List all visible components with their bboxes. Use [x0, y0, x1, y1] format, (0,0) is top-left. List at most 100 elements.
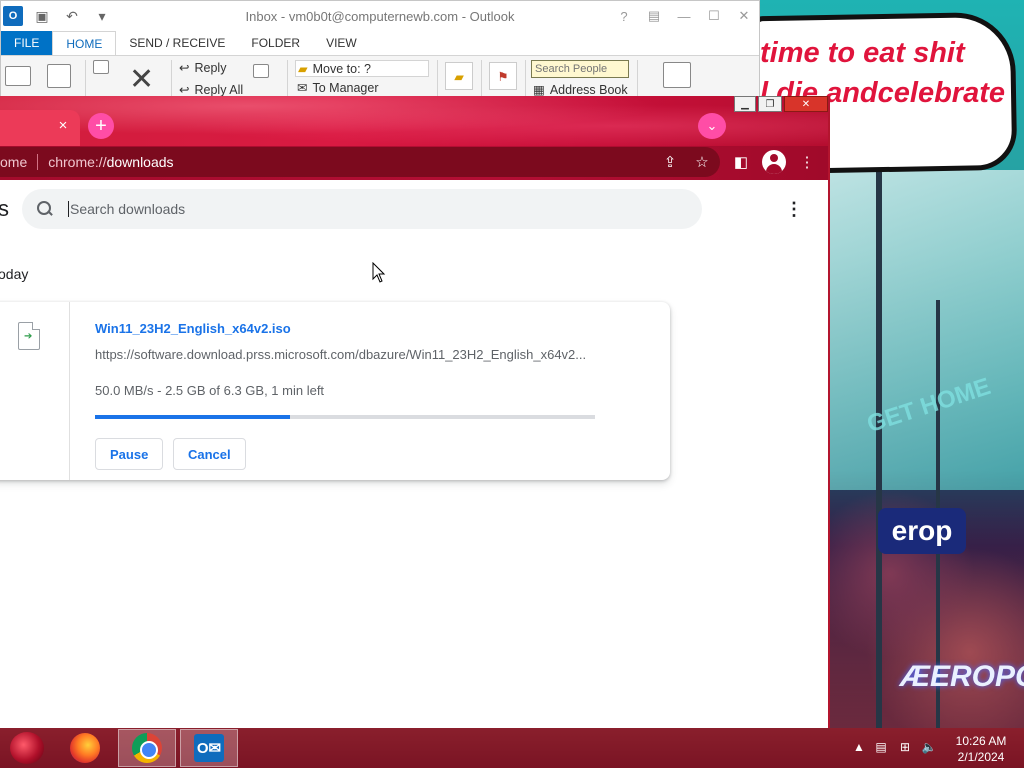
search-downloads-input[interactable]	[68, 201, 628, 217]
ignore-icon	[93, 60, 109, 74]
reply-icon: ↩	[179, 61, 190, 75]
clock-time: 10:26 AM	[955, 734, 1007, 748]
cancel-button[interactable]: Cancel	[173, 438, 246, 470]
minimize-icon[interactable]: ▁	[734, 96, 756, 112]
search-downloads-field[interactable]	[22, 189, 702, 229]
restore-icon[interactable]: ❐	[758, 96, 782, 112]
send-receive-all-button[interactable]	[663, 62, 691, 88]
maximize-icon[interactable]: ☐	[703, 5, 725, 27]
taskbar-firefox[interactable]	[56, 729, 114, 767]
tab-folder[interactable]: FOLDER	[238, 31, 313, 55]
tab-view[interactable]: VIEW	[313, 31, 370, 55]
download-progress-fill	[95, 415, 290, 419]
file-icon	[18, 322, 40, 350]
tab-search-button[interactable]: ⌄	[698, 113, 726, 139]
help-icon[interactable]: ?	[613, 5, 635, 27]
reply-button[interactable]: ↩ Reply	[179, 60, 227, 76]
send-receive-icon	[663, 62, 691, 88]
meeting-button[interactable]	[253, 64, 269, 78]
outlook-window[interactable]: O ▣ ↶ ▾ Inbox - vm0b0t@computernewb.com …	[0, 0, 760, 101]
wallpaper-sign-2: ÆEROPOS	[900, 660, 1024, 693]
downloads-page: s ⋮ oday Win11_23H2_English_x64v2.iso ht…	[0, 180, 828, 728]
to-manager-label: To Manager	[312, 80, 379, 95]
move-button[interactable]: ▰	[445, 62, 473, 90]
download-filename-link[interactable]: Win11_23H2_English_x64v2.iso	[95, 321, 291, 336]
download-progress-bar	[95, 415, 595, 419]
tab-home[interactable]: HOME	[52, 31, 117, 55]
delete-button[interactable]: ✕	[129, 62, 154, 97]
start-button[interactable]	[10, 732, 44, 764]
profile-avatar-icon[interactable]	[762, 150, 786, 174]
follow-up-button[interactable]: ⚑	[489, 62, 517, 90]
new-email-button[interactable]	[5, 66, 31, 86]
new-tab-button[interactable]: +	[88, 113, 114, 139]
page-title: s	[0, 196, 9, 222]
network-icon[interactable]: ⊞	[896, 738, 914, 756]
firefox-icon	[70, 733, 100, 763]
move-folder-icon: ▰	[454, 69, 464, 84]
bookmark-star-icon[interactable]: ☆	[692, 152, 712, 172]
address-book-icon: ▦	[533, 83, 545, 97]
pause-button[interactable]: Pause	[95, 438, 164, 470]
address-book-button[interactable]: ▦ Address Book	[533, 82, 628, 98]
toolbar: ome chrome://downloads ⇪ ☆ ◧ ⋮	[0, 146, 828, 180]
tab-file[interactable]: FILE	[1, 31, 53, 55]
ribbon: ✕ ↩ Reply ↩ Reply All ▰ Move to: ? ✉ To Mana…	[1, 55, 759, 101]
outlook-icon: O✉	[194, 734, 224, 762]
reply-all-icon: ↩	[179, 83, 190, 97]
quick-steps-to-manager[interactable]: ✉ To Manager	[295, 80, 381, 96]
menu-kebab-icon[interactable]: ⋮	[796, 151, 818, 173]
download-source-url[interactable]: https://software.download.prss.microsoft…	[95, 347, 595, 362]
system-clock[interactable]: 10:26 AM 2/1/2024	[948, 733, 1014, 765]
quick-steps-move-to[interactable]: ▰ Move to: ?	[295, 60, 429, 77]
new-items-button[interactable]	[47, 64, 71, 88]
volume-muted-icon[interactable]: 🔈	[920, 738, 938, 756]
window-controls: ▁ ❐ ✕	[732, 96, 828, 112]
minimize-icon[interactable]: —	[673, 5, 695, 27]
close-icon[interactable]: ✕	[784, 96, 828, 112]
download-icon-column	[0, 302, 70, 480]
omnibox-chip-label: ome	[0, 154, 28, 170]
taskbar-chrome[interactable]	[118, 729, 176, 767]
share-icon[interactable]: ⇪	[660, 152, 680, 172]
reply-all-button[interactable]: ↩ Reply All	[179, 82, 244, 98]
tab-send-receive[interactable]: SEND / RECEIVE	[116, 31, 238, 55]
chrome-window[interactable]: × + ⌄ ▁ ❐ ✕ ome chrome://downloads ⇪ ☆ ◧…	[0, 96, 830, 728]
side-panel-icon[interactable]: ◧	[730, 151, 752, 173]
chrome-icon	[132, 733, 162, 763]
download-status: 50.0 MB/s - 2.5 GB of 6.3 GB, 1 min left	[95, 383, 325, 398]
url-prefix: chrome://	[48, 154, 107, 170]
new-items-icon	[47, 64, 71, 88]
tab-strip[interactable]: × + ⌄ ▁ ❐ ✕	[0, 96, 828, 146]
wallpaper-pole	[876, 170, 882, 728]
reply-all-label: Reply All	[194, 82, 244, 97]
search-icon	[34, 198, 56, 220]
show-hidden-icons-icon[interactable]: ▲	[850, 738, 868, 756]
wallpaper-sign: erop	[878, 508, 966, 554]
ribbon-tabs: FILE HOME SEND / RECEIVE FOLDER VIEW	[1, 31, 759, 55]
ribbon-display-icon[interactable]: ▤	[643, 5, 665, 27]
search-people-input[interactable]	[531, 60, 629, 78]
taskbar-outlook[interactable]: O✉	[180, 729, 238, 767]
folder-icon: ▰	[298, 62, 308, 76]
download-item: Win11_23H2_English_x64v2.iso https://sof…	[0, 302, 670, 480]
url-host: downloads	[106, 154, 174, 170]
delete-icon: ✕	[129, 63, 155, 96]
action-center-icon[interactable]: ▤	[872, 738, 890, 756]
manager-icon: ✉	[297, 81, 308, 95]
meeting-icon	[253, 64, 269, 78]
wallpaper-text-line1: time to eat shit	[760, 37, 965, 69]
clock-date: 2/1/2024	[957, 750, 1005, 764]
outlook-titlebar[interactable]: O ▣ ↶ ▾ Inbox - vm0b0t@computernewb.com …	[1, 1, 759, 31]
close-icon[interactable]: ✕	[733, 5, 755, 27]
reply-label: Reply	[194, 60, 227, 75]
omnibox-url[interactable]: chrome://downloads	[48, 154, 173, 170]
close-tab-icon[interactable]: ×	[52, 114, 74, 136]
wallpaper-sky	[830, 170, 1024, 490]
taskbar: O✉ ▲ ▤ ⊞ 🔈 10:26 AM 2/1/2024	[0, 728, 1024, 768]
ignore-button[interactable]	[93, 60, 109, 74]
address-book-label: Address Book	[549, 82, 628, 97]
address-bar[interactable]: ome chrome://downloads ⇪ ☆	[0, 147, 720, 177]
more-actions-icon[interactable]: ⋮	[782, 197, 806, 221]
flag-icon: ⚑	[497, 69, 509, 84]
